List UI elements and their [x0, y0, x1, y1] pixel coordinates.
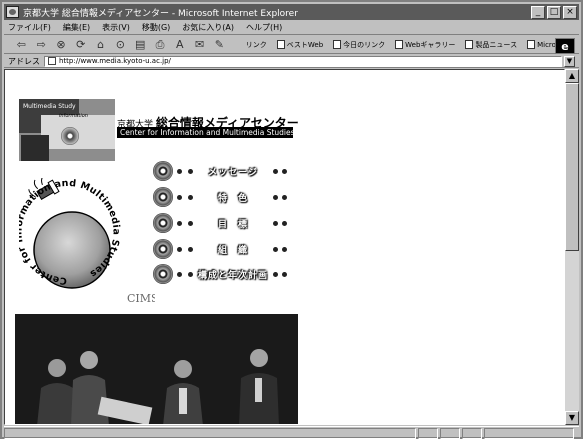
- stop-icon[interactable]: ⊗: [54, 37, 69, 53]
- nav-item-organization[interactable]: 組 織: [153, 239, 287, 259]
- font-icon[interactable]: A: [172, 37, 187, 53]
- vertical-scrollbar[interactable]: ▲ ▼: [565, 69, 579, 425]
- nav-item-goals[interactable]: 目 標: [153, 213, 287, 233]
- page-content: Multimedia Study information 京都大学 総合情報メデ…: [4, 69, 565, 425]
- ceremony-photo: [15, 314, 298, 424]
- nav-label: 目 標: [217, 219, 248, 230]
- links-bar: リンク ベストWeb 今日のリンク Webギャラリー 製品ニュース Micros…: [246, 40, 579, 50]
- menu-go[interactable]: 移動(G): [142, 22, 170, 33]
- collage-text: Multimedia Study: [23, 103, 76, 110]
- address-url: http://www.media.kyoto-u.ac.jp/: [59, 56, 171, 65]
- nav-item-plan[interactable]: 構成と年次計画: [153, 264, 287, 284]
- status-cell: [418, 427, 438, 439]
- ie-logo: e: [555, 38, 575, 54]
- address-input[interactable]: http://www.media.kyoto-u.ac.jp/: [44, 55, 562, 67]
- refresh-icon[interactable]: ⟳: [73, 37, 88, 53]
- cd-icon: [153, 187, 173, 207]
- center-name-en: Center for Information and Multimedia St…: [117, 127, 293, 138]
- collage-subtext: information: [59, 113, 88, 119]
- page-icon: [333, 40, 342, 49]
- ie-app-icon[interactable]: [6, 6, 19, 18]
- window-title: 京都大学 総合情報メディアセンター - Microsoft Internet E…: [23, 8, 298, 19]
- cims-text: CIMS: [127, 292, 155, 305]
- menu-view[interactable]: 表示(V): [102, 22, 130, 33]
- nav-item-features[interactable]: 特 色: [153, 187, 287, 207]
- forward-icon[interactable]: ⇨: [34, 37, 49, 53]
- status-bar: [4, 426, 579, 439]
- nav-label: 組 織: [217, 245, 248, 256]
- status-cell: [440, 427, 460, 439]
- page-icon: [527, 40, 536, 49]
- close-button[interactable]: ×: [563, 5, 577, 19]
- title-bar[interactable]: 京都大学 総合情報メディアセンター - Microsoft Internet E…: [4, 4, 579, 20]
- header-collage-image: Multimedia Study information: [19, 99, 115, 161]
- nav-label: メッセージ: [208, 167, 258, 178]
- link-best-web[interactable]: ベストWeb: [276, 40, 323, 50]
- cd-icon: [153, 161, 173, 181]
- menu-favorites[interactable]: お気に入り(A): [182, 22, 234, 33]
- menu-bar: ファイル(F) 編集(E) 表示(V) 移動(G) お気に入り(A) ヘルプ(H…: [4, 21, 579, 35]
- address-dropdown-button[interactable]: ▼: [564, 55, 575, 67]
- nav-label: 構成と年次計画: [197, 270, 268, 281]
- security-zone-cell: [484, 427, 574, 439]
- page-icon: [465, 40, 474, 49]
- cims-logo: Center for Information and Multimedia St…: [19, 178, 155, 305]
- home-icon[interactable]: ⌂: [93, 37, 108, 53]
- back-icon[interactable]: ⇦: [14, 37, 29, 53]
- cd-icon: [153, 213, 173, 233]
- link-web-gallery[interactable]: Webギャラリー: [395, 40, 455, 50]
- status-cell: [462, 427, 482, 439]
- address-bar: アドレス http://www.media.kyoto-u.ac.jp/ ▼: [4, 55, 579, 68]
- menu-help[interactable]: ヘルプ(H): [246, 22, 282, 33]
- browser-window: 京都大学 総合情報メディアセンター - Microsoft Internet E…: [0, 0, 583, 439]
- page-icon: [395, 40, 404, 49]
- search-icon[interactable]: ⊙: [113, 37, 128, 53]
- favorites-icon[interactable]: ▤: [133, 37, 148, 53]
- cd-icon: [153, 264, 173, 284]
- edit-icon[interactable]: ✎: [212, 37, 227, 53]
- menu-file[interactable]: ファイル(F): [8, 22, 51, 33]
- nav-label: 特 色: [217, 193, 248, 204]
- link-product-news[interactable]: 製品ニュース: [465, 40, 517, 50]
- scroll-down-button[interactable]: ▼: [565, 411, 579, 425]
- print-icon[interactable]: ⎙: [153, 37, 168, 53]
- scroll-thumb[interactable]: [565, 83, 579, 251]
- maximize-button[interactable]: □: [547, 5, 561, 19]
- toolbar: ⇦ ⇨ ⊗ ⟳ ⌂ ⊙ ▤ ⎙ A ✉ ✎ リンク ベストWeb 今日のリンク …: [4, 36, 579, 54]
- page-icon: [276, 40, 285, 49]
- cd-icon: [153, 239, 173, 259]
- minimize-button[interactable]: _: [531, 5, 545, 19]
- nav-item-message[interactable]: メッセージ: [153, 161, 287, 181]
- mail-icon[interactable]: ✉: [192, 37, 207, 53]
- link-todays-link[interactable]: 今日のリンク: [333, 40, 385, 50]
- status-text-cell: [4, 427, 416, 439]
- address-label: アドレス: [8, 56, 40, 66]
- scroll-up-button[interactable]: ▲: [565, 69, 579, 83]
- cd-icon: [61, 127, 79, 145]
- page-icon: [48, 57, 56, 65]
- links-label: リンク: [245, 40, 267, 49]
- menu-edit[interactable]: 編集(E): [63, 22, 90, 33]
